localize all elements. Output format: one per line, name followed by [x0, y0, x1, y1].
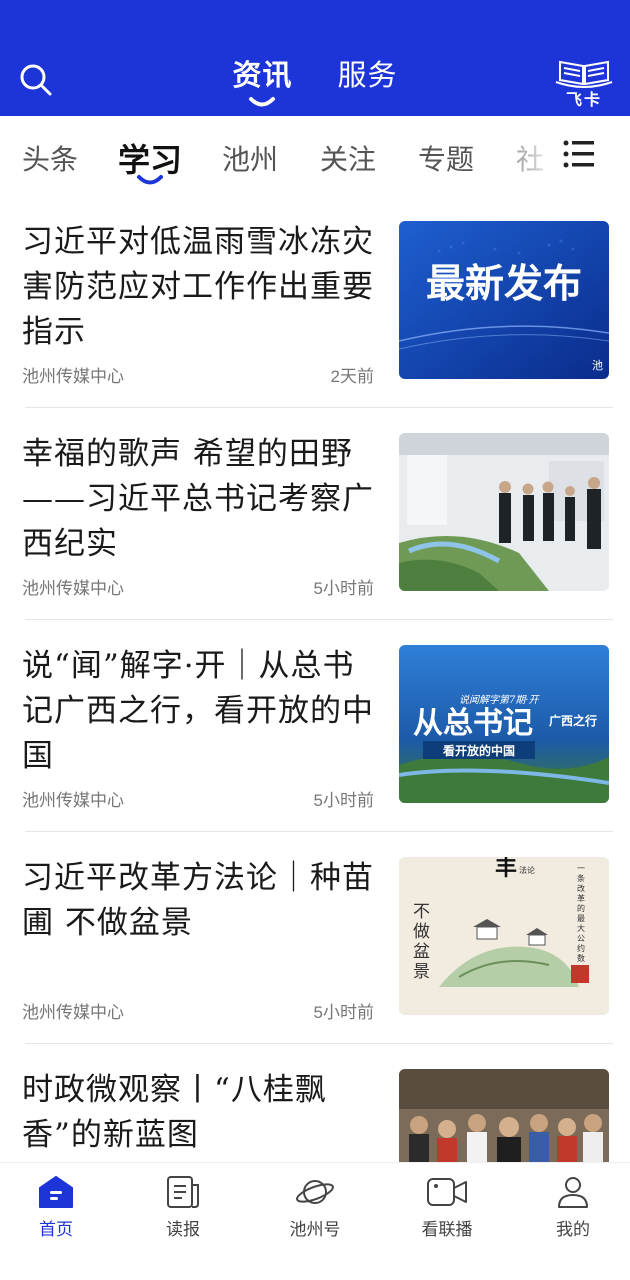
divider — [25, 407, 613, 408]
divider — [25, 1043, 613, 1044]
article-feed[interactable]: 习近平对低温雨雪冰冻灾害防范应对工作作出重要指示 池州传媒中心 2天前 最新发布… — [0, 204, 630, 1162]
article-thumbnail[interactable]: 最新发布 池 — [399, 221, 609, 379]
thumb-vertical-text: 不 做 盆 景 — [413, 902, 430, 982]
article-source: 池州传媒中心 — [22, 367, 124, 386]
article-time: 2天前 — [330, 367, 374, 386]
thumb-top-text: 说闻解字第7期·开 — [459, 694, 541, 706]
list-menu-icon[interactable] — [562, 138, 596, 170]
channel-topics[interactable]: 专题 — [418, 138, 474, 178]
tab-services-label: 服务 — [337, 58, 398, 92]
article-time: 5小时前 — [313, 579, 374, 598]
article-thumbnail[interactable] — [399, 1069, 609, 1162]
tab-news-label: 资讯 — [232, 58, 293, 92]
nav-broadcast[interactable]: 看联播 — [384, 1175, 510, 1240]
article-item[interactable]: 习近平改革方法论｜种苗圃 不做盆景 池州传媒中心 5小时前 丰 法论 不 做 盆… — [0, 840, 630, 1052]
article-title[interactable]: 幸福的歌声 希望的田野——习近平总书记考察广西纪实 — [22, 432, 374, 567]
nav-profile[interactable]: 我的 — [510, 1175, 630, 1240]
thumb-corner-text: 池 — [592, 359, 603, 372]
article-title[interactable]: 说“闻”解字·开｜从总书记广西之行，看开放的中国 — [22, 644, 374, 779]
article-thumbnail[interactable] — [399, 433, 609, 591]
channel-following[interactable]: 关注 — [320, 138, 376, 178]
thumb-main-text: 从总书记 — [413, 706, 533, 741]
article-item[interactable]: 幸福的歌声 希望的田野——习近平总书记考察广西纪实 池州传媒中心 5小时前 — [0, 416, 630, 628]
planet-icon — [296, 1180, 334, 1204]
article-time: 5小时前 — [313, 1003, 374, 1022]
article-source: 池州传媒中心 — [22, 579, 124, 598]
article-source: 池州传媒中心 — [22, 791, 124, 810]
nav-profile-label: 我的 — [556, 1220, 590, 1239]
article-source: 池州传媒中心 — [22, 1003, 124, 1022]
feika-logo[interactable]: 飞卡 — [552, 56, 616, 109]
seal-stamp — [571, 965, 589, 983]
newspaper-icon — [167, 1176, 199, 1208]
video-camera-icon — [427, 1178, 467, 1206]
svg-text:条: 条 — [577, 873, 585, 883]
nav-home-label: 首页 — [39, 1220, 73, 1239]
nav-chizhou-account-label: 池州号 — [289, 1220, 341, 1239]
home-icon — [39, 1176, 73, 1208]
channel-headlines[interactable]: 头条 — [22, 138, 78, 178]
article-time: 5小时前 — [313, 791, 374, 810]
thumb-side-text: 广西之行 — [549, 713, 597, 728]
article-thumbnail[interactable]: 说闻解字第7期·开 从总书记 广西之行 看开放的中国 — [399, 645, 609, 803]
svg-text:改: 改 — [577, 883, 585, 893]
svg-text:做: 做 — [413, 922, 430, 942]
svg-text:景: 景 — [413, 962, 430, 982]
thumb-top-text: 法论 — [519, 865, 535, 875]
article-title[interactable]: 习近平对低温雨雪冰冻灾害防范应对工作作出重要指示 — [22, 220, 374, 355]
thumb-sub-text: 看开放的中国 — [443, 743, 515, 758]
nav-home[interactable]: 首页 — [0, 1175, 119, 1240]
thumb-headline: 最新发布 — [426, 262, 582, 307]
svg-text:公: 公 — [577, 934, 585, 943]
tab-news[interactable]: 资讯 — [232, 52, 293, 107]
bottom-navigation: 首页 读报 池州号 看联播 我的 — [0, 1162, 630, 1280]
svg-text:一: 一 — [577, 864, 585, 873]
nav-chizhou-account[interactable]: 池州号 — [252, 1175, 378, 1240]
nav-broadcast-label: 看联播 — [421, 1220, 473, 1239]
logo-text: 飞卡 — [565, 90, 602, 109]
thumb-right-text: 一条改 革的最 大公约 数 — [577, 864, 585, 963]
channel-tabs: 头条 学习 池州 关注 专题 社 — [0, 116, 630, 204]
active-tab-indicator — [249, 97, 276, 107]
nav-newspaper[interactable]: 读报 — [120, 1175, 246, 1240]
divider — [25, 619, 613, 620]
active-channel-indicator — [137, 175, 163, 185]
article-thumbnail[interactable]: 丰 法论 不 做 盆 景 一条改 革的最 大公约 数 — [399, 857, 609, 1015]
article-item[interactable]: 说“闻”解字·开｜从总书记广西之行，看开放的中国 池州传媒中心 5小时前 说闻解… — [0, 628, 630, 840]
svg-text:盆: 盆 — [413, 942, 430, 962]
book-icon — [555, 60, 613, 88]
svg-text:丰: 丰 — [495, 857, 517, 881]
divider — [25, 831, 613, 832]
nav-newspaper-label: 读报 — [166, 1220, 200, 1239]
svg-text:最: 最 — [577, 914, 585, 923]
svg-text:革: 革 — [577, 893, 585, 903]
svg-text:约: 约 — [577, 943, 585, 953]
svg-text:不: 不 — [413, 902, 430, 922]
channel-chizhou[interactable]: 池州 — [222, 138, 278, 178]
article-item[interactable]: 时政微观察丨“八桂飘香”的新蓝图 — [0, 1052, 630, 1162]
svg-text:数: 数 — [577, 953, 585, 963]
tab-services[interactable]: 服务 — [338, 52, 398, 94]
header-tabs: 资讯 服务 — [0, 52, 630, 107]
user-icon — [558, 1177, 588, 1208]
article-title[interactable]: 习近平改革方法论｜种苗圃 不做盆景 — [22, 856, 374, 946]
article-item[interactable]: 习近平对低温雨雪冰冻灾害防范应对工作作出重要指示 池州传媒中心 2天前 最新发布… — [0, 204, 630, 416]
channel-fade — [480, 116, 560, 204]
article-title[interactable]: 时政微观察丨“八桂飘香”的新蓝图 — [22, 1068, 374, 1158]
svg-text:大: 大 — [577, 923, 585, 933]
app-header: 资讯 服务 飞卡 — [0, 0, 630, 116]
svg-text:的: 的 — [577, 903, 585, 913]
